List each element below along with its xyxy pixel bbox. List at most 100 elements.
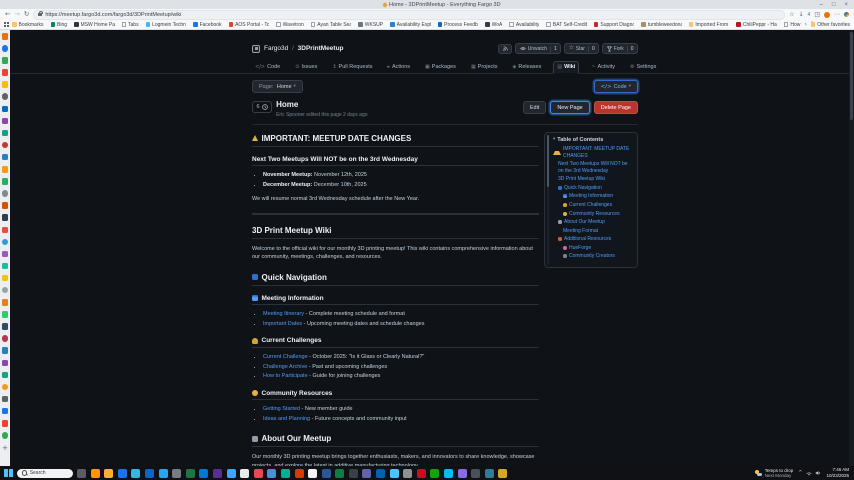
bookmarks-overflow-chevron[interactable]: › [805,22,807,28]
page-scrollbar[interactable] [849,30,854,466]
url-text[interactable]: https://meetup.fargo3d.com/fargo3d/3DPri… [45,12,181,18]
taskbar-app-icon[interactable] [118,469,127,478]
vertical-tab-favicon[interactable] [2,275,9,282]
taskbar-app-icon[interactable] [281,469,290,478]
bookmark-item[interactable]: Wavetron [276,22,304,28]
edit-button[interactable]: Edit [523,101,546,114]
tab-code[interactable]: </>Code [252,62,283,73]
code-dropdown-button[interactable]: </> Code ▾ [594,80,639,93]
vertical-tab-favicon[interactable] [2,214,9,221]
delete-page-button[interactable]: Delete Page [594,101,638,114]
taskbar-app-icon[interactable] [349,469,358,478]
vertical-tab-favicon[interactable] [2,130,9,137]
tab-packages[interactable]: ▣Packages [422,62,459,73]
tab-projects[interactable]: ▦Projects [468,62,501,73]
hidden-icons-chevron[interactable]: ^ [798,470,802,476]
rss-feed-button[interactable] [498,44,512,54]
taskbar-app-icon[interactable] [227,469,236,478]
extensions-icon[interactable]: ◳ [814,12,820,18]
taskbar-search[interactable]: Search [17,469,73,478]
vertical-tab-favicon[interactable] [2,202,9,209]
bookmark-item[interactable]: Tabs [122,22,139,28]
unwatch-button[interactable]: Unwatch1 [515,43,561,54]
bookmark-item[interactable]: Bookmarks [12,22,44,28]
bookmark-item[interactable]: Ayan Table Search... [311,22,352,28]
vertical-tab-favicon[interactable] [2,69,9,76]
bookmark-item[interactable]: How to configure A... [784,22,802,28]
forward-icon[interactable]: → [14,11,19,18]
vertical-tab-favicon[interactable] [2,93,9,100]
toc-item[interactable]: Community Resources [553,211,633,218]
taskbar-app-icon[interactable] [159,469,168,478]
star-button[interactable]: ☆Star0 [564,43,599,54]
taskbar-app-icon[interactable] [390,469,399,478]
vertical-tab-favicon[interactable] [2,311,9,318]
vertical-tab-favicon[interactable] [2,347,9,354]
vertical-tab-favicon[interactable] [2,432,9,439]
toc-item[interactable]: About Our Meetup [553,219,633,226]
vertical-tab-favicon[interactable] [2,190,9,197]
toc-item[interactable]: Current Challenges [553,202,633,209]
taskbar-app-icon[interactable] [322,469,331,478]
bookmark-item[interactable]: AOS Portal - Tools [229,22,270,28]
profile-avatar[interactable] [824,12,830,18]
tab-releases[interactable]: ◈Releases [510,62,545,73]
taskbar-app-icon[interactable] [254,469,263,478]
taskbar-app-icon[interactable] [145,469,154,478]
taskbar-app-icon[interactable] [267,469,276,478]
extension-icon[interactable] [844,12,849,17]
taskbar-app-icon[interactable] [430,469,439,478]
taskbar-app-icon[interactable] [444,469,453,478]
start-button[interactable] [4,469,13,478]
taskbar-app-icon[interactable] [186,469,195,478]
scrollbar-thumb[interactable] [850,32,853,120]
new-tab-button[interactable]: + [2,445,8,452]
taskbar-app-icon[interactable] [485,469,494,478]
bookmark-item[interactable]: Support Diagnostics [594,22,635,28]
taskbar-app-icon[interactable] [91,469,100,478]
link-getting-started[interactable]: Getting Started [263,406,300,412]
taskbar-app-icon[interactable] [458,469,467,478]
vertical-tab-favicon[interactable] [2,118,9,125]
link-important-dates[interactable]: Important Dates [263,321,302,327]
link-current-challenge[interactable]: Current Challenge [263,354,308,360]
taskbar-app-icon[interactable] [362,469,371,478]
fork-button[interactable]: Fork0 [602,43,638,54]
bookmark-item[interactable]: Availability Explorer [390,22,431,28]
taskbar-app-icon[interactable] [104,469,113,478]
taskbar-app-icon[interactable] [199,469,208,478]
taskbar-app-icon[interactable] [308,469,317,478]
minimize-button[interactable]: – [820,2,823,8]
vertical-tab-favicon[interactable] [2,384,9,391]
downloads-icon[interactable]: ↓ [799,12,804,18]
bookmark-item[interactable]: WoA [485,22,502,28]
toc-item[interactable]: Meeting Information [553,193,633,200]
vertical-tab-favicon[interactable] [2,408,9,415]
weather-widget[interactable]: Temps to drop Next Monday [755,468,793,479]
taskbar-app-icon[interactable] [295,469,304,478]
vertical-tab-favicon[interactable] [2,166,9,173]
tab-actions[interactable]: ▸Actions [384,62,413,73]
vertical-tab-favicon[interactable] [2,227,9,234]
bookmark-item[interactable]: tumbleweedonahat [641,22,682,28]
toc-scrollbar[interactable] [547,135,550,265]
vertical-tab-favicon[interactable] [2,372,9,379]
repo-owner-link[interactable]: Fargo3d [264,45,288,52]
vertical-tab-favicon[interactable] [2,81,9,88]
vertical-tab-favicon[interactable] [2,178,9,185]
lock-icon[interactable] [38,13,42,16]
network-icon[interactable] [806,470,812,476]
taskbar-app-icon[interactable] [403,469,412,478]
taskbar-app-icon[interactable] [417,469,426,478]
link-meeting-itinerary[interactable]: Meeting Itinerary [263,311,304,317]
bookmark-item[interactable]: Process Feedback ... [438,22,479,28]
bookmark-item[interactable]: Facebook [193,22,221,28]
taskbar-clock[interactable]: 7:46 AM 10/23/2025 [826,467,849,478]
tab-settings[interactable]: ⚙Settings [627,62,659,73]
link-challenge-archive[interactable]: Challenge Archive [263,364,307,370]
toc-header[interactable]: ▾ Table of Contents [553,137,633,143]
toc-item[interactable]: IMPORTANT: MEETUP DATE CHANGES [553,146,633,160]
toc-item[interactable]: Additional Resources [553,236,633,243]
bookmark-item[interactable]: BAT Self-Credit [546,22,587,28]
taskbar-app-icon[interactable] [376,469,385,478]
